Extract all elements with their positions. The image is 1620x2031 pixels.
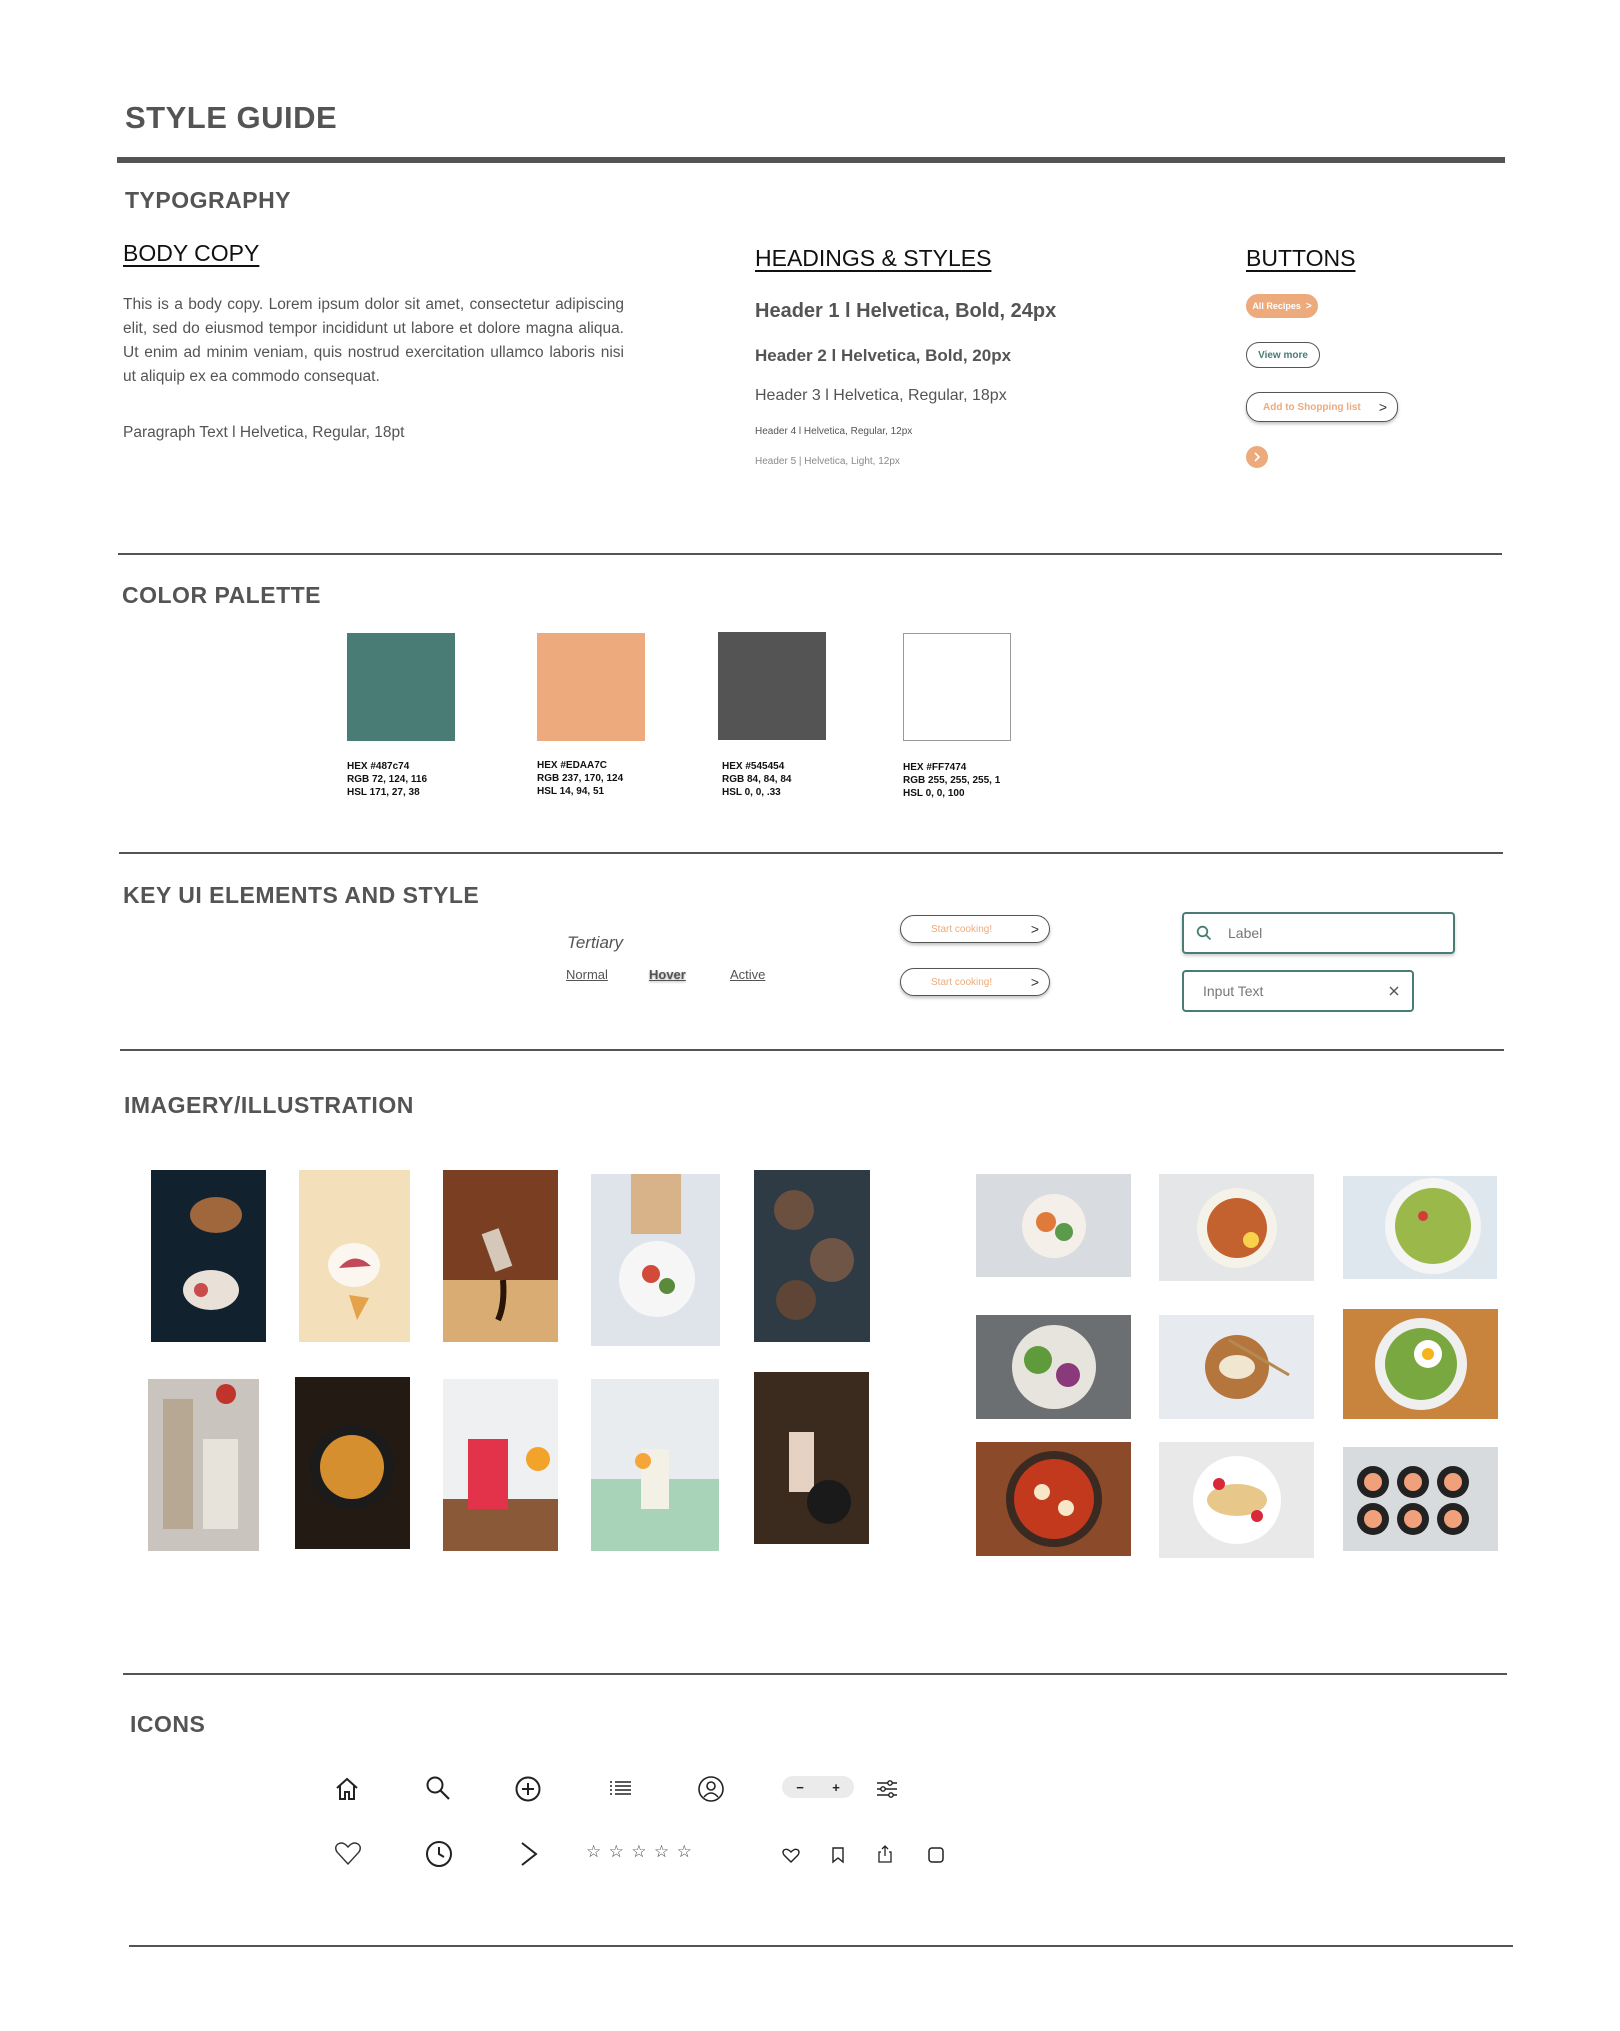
swatch-charcoal [718,632,826,740]
tertiary-label: Tertiary [567,933,624,952]
photo-falling-coffee [443,1170,558,1342]
divider-typography [118,553,1502,555]
divider-palette [119,852,1503,854]
all-recipes-label: All Recipes [1252,301,1301,311]
photo-veggie-bowl [976,1315,1131,1419]
title-divider [117,157,1505,163]
swatch-peach-label: HEX #EDAA7C RGB 237, 170, 124 HSL 14, 94, … [537,760,624,797]
add-to-shopping-list-button[interactable]: Add to Shopping list > [1246,392,1398,422]
checkbox-icon[interactable] [926,1845,946,1865]
tertiary-normal-link[interactable]: Normal [566,967,608,982]
photo-crepes [1159,1442,1314,1558]
photo-salad-plate [591,1174,720,1346]
add-circle-icon[interactable] [514,1775,542,1803]
chevron-right-icon [1254,452,1261,462]
swatch-white-label: HEX #FF7474 RGB 255, 255, 255, 1 HSL 0, 0,… [903,762,1001,799]
start-cooking-button-hover[interactable]: Start cooking! > [900,968,1050,996]
heart-small-icon[interactable] [781,1845,801,1865]
bookmark-icon[interactable] [828,1845,848,1865]
chevron-right-icon: > [1305,300,1312,312]
icons-title: ICONS [130,1711,206,1737]
photo-pasta-salad [1343,1176,1497,1279]
share-icon[interactable] [875,1844,895,1864]
photo-lemon-drink [591,1379,719,1551]
tertiary-active-link[interactable]: Active [730,967,765,982]
list-icon[interactable] [606,1775,634,1803]
filter-sliders-icon[interactable] [873,1775,901,1803]
divider-icons [129,1945,1513,1947]
view-more-button[interactable]: View more [1246,342,1320,368]
typography-title: TYPOGRAPHY [125,187,292,213]
text-input[interactable] [1201,982,1388,1000]
clock-icon[interactable] [424,1839,454,1869]
user-profile-icon[interactable] [697,1775,725,1803]
circle-arrow-button[interactable] [1246,446,1268,468]
swatch-peach [537,633,645,741]
quantity-stepper[interactable]: − + [782,1776,854,1798]
photo-ramen-bowl [1159,1174,1314,1281]
photo-dumplings [1159,1315,1314,1419]
all-recipes-button[interactable]: All Recipes > [1246,294,1318,318]
search-field[interactable] [1182,912,1455,954]
tertiary-hover-link[interactable]: Hover [649,967,686,982]
photo-parfait-jars [148,1379,259,1551]
swatch-teal [347,633,455,741]
photo-dessert-cups [754,1170,870,1342]
add-to-shopping-list-label: Add to Shopping list [1263,401,1361,413]
stepper-plus-button[interactable]: + [832,1780,840,1795]
start-cooking-label: Start cooking! [931,976,993,988]
photo-sushi [1343,1447,1498,1551]
search-input[interactable] [1226,924,1441,942]
headings-heading: HEADINGS & STYLES [755,245,992,271]
photo-egg-bowl [1343,1309,1498,1419]
search-icon[interactable] [424,1774,452,1802]
header-1-sample: Header 1 l Helvetica, Bold, 24px [755,300,1057,322]
stepper-minus-button[interactable]: − [796,1780,804,1795]
star-rating-icon[interactable]: ☆ ☆ ☆ ☆ ☆ [586,1842,693,1862]
page-title: STYLE GUIDE [125,100,338,135]
photo-iced-coffee [754,1372,869,1544]
color-palette-title: COLOR PALETTE [122,582,322,608]
chevron-right-icon: > [1030,974,1039,990]
home-icon[interactable] [333,1775,361,1803]
chevron-right-icon[interactable] [514,1839,544,1869]
body-copy-heading: BODY COPY [123,240,260,266]
photo-pasta-bowl [295,1377,410,1549]
chevron-right-icon: > [1030,921,1039,937]
photo-ice-cream-spoon [299,1170,410,1342]
photo-red-drinks [443,1379,558,1551]
photo-shakshuka [976,1442,1131,1556]
key-ui-title: KEY UI ELEMENTS AND STYLE [123,882,480,908]
swatch-charcoal-label: HEX #545454 RGB 84, 84, 84 HSL 0, 0, .33 [722,761,792,798]
swatch-teal-label: HEX #487c74 RGB 72, 124, 116 HSL 171, 27, … [347,761,428,798]
search-icon [1196,925,1212,941]
heart-icon[interactable] [333,1838,363,1868]
start-cooking-button[interactable]: Start cooking! > [900,915,1050,943]
text-field[interactable] [1182,970,1414,1012]
divider-ui [120,1049,1504,1051]
header-3-sample: Header 3 l Helvetica, Regular, 18px [755,387,1007,404]
imagery-title: IMAGERY/ILLUSTRATION [124,1092,414,1118]
buttons-heading: BUTTONS [1246,245,1356,271]
chevron-right-icon: > [1378,399,1387,415]
paragraph-spec: Paragraph Text l Helvetica, Regular, 18p… [123,424,405,441]
header-4-sample: Header 4 l Helvetica, Regular, 12px [755,426,913,437]
photo-floating-dessert [151,1170,266,1342]
header-5-sample: Header 5 | Helvetica, Light, 12px [755,456,900,467]
swatch-white [903,633,1011,741]
header-2-sample: Header 2 l Helvetica, Bold, 20px [755,346,1012,365]
close-icon[interactable] [1388,985,1400,997]
start-cooking-label: Start cooking! [931,923,993,935]
photo-buddha-bowl [976,1174,1131,1277]
divider-imagery [123,1673,1507,1675]
body-copy-text: This is a body copy. Lorem ipsum dolor s… [123,296,624,385]
